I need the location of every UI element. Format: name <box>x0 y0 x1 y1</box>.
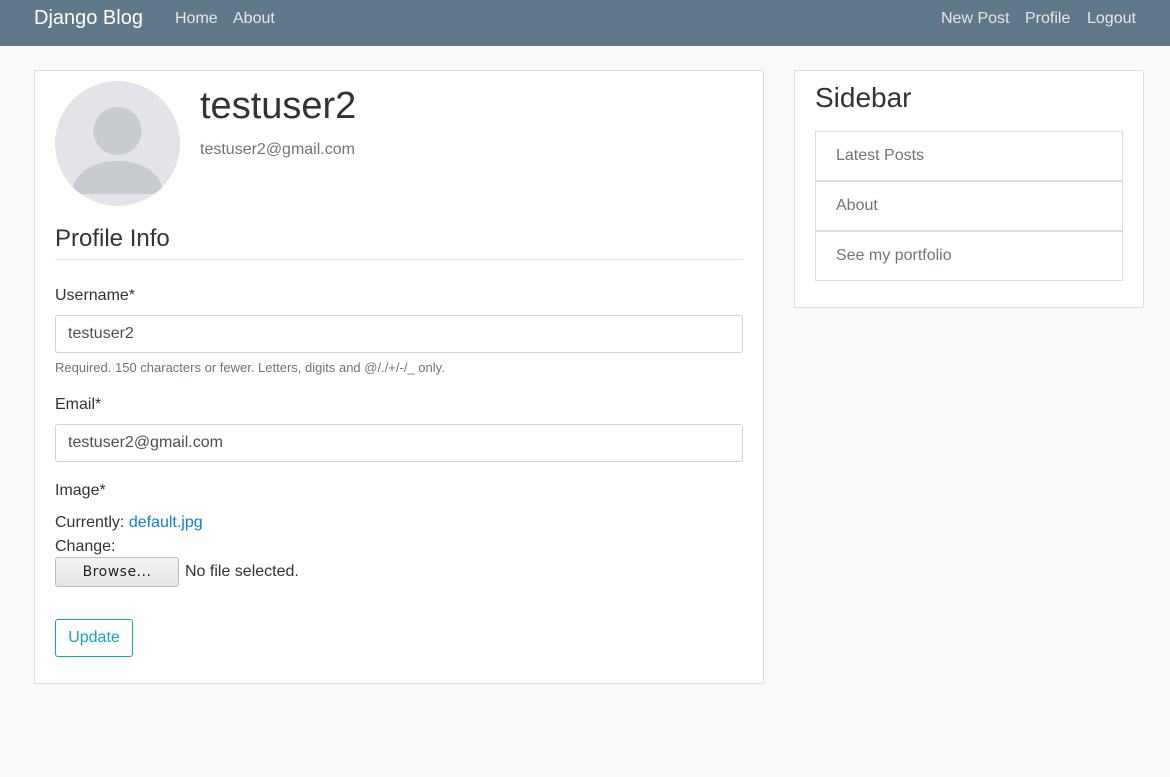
sidebar-card: Sidebar Latest Posts About See my portfo… <box>794 70 1144 308</box>
username-help-text: Required. 150 characters or fewer. Lette… <box>55 360 445 375</box>
sidebar-item-portfolio[interactable]: See my portfolio <box>815 231 1123 281</box>
browse-file-button[interactable]: Browse... <box>55 557 179 587</box>
nav-home-link[interactable]: Home <box>175 10 218 28</box>
nav-about-link[interactable]: About <box>233 10 275 28</box>
email-label: Email* <box>55 396 102 413</box>
nav-new-post-link[interactable]: New Post <box>941 10 1009 28</box>
profile-username-heading: testuser2 <box>200 85 357 127</box>
nav-logout-link[interactable]: Logout <box>1087 10 1136 28</box>
sidebar-item-latest-posts[interactable]: Latest Posts <box>815 131 1123 181</box>
profile-card: testuser2 testuser2@gmail.com Profile In… <box>34 70 764 684</box>
sidebar-title: Sidebar <box>815 82 912 113</box>
top-navbar: Django Blog Home About New Post Profile … <box>0 0 1170 46</box>
nav-profile-link[interactable]: Profile <box>1025 10 1070 28</box>
change-label: Change: <box>55 538 116 555</box>
image-label: Image* <box>55 482 106 499</box>
currently-row: Currently: default.jpg <box>55 514 203 532</box>
profile-info-legend: Profile Info <box>55 225 743 260</box>
sidebar-item-about[interactable]: About <box>815 181 1123 231</box>
profile-email-text: testuser2@gmail.com <box>200 141 355 158</box>
default-user-avatar-icon <box>55 81 180 206</box>
brand-link[interactable]: Django Blog <box>34 7 143 30</box>
update-button[interactable]: Update <box>55 619 133 657</box>
current-image-link[interactable]: default.jpg <box>129 514 203 531</box>
no-file-selected-text: No file selected. <box>185 563 299 580</box>
username-label: Username* <box>55 287 136 304</box>
email-input[interactable] <box>55 424 743 462</box>
username-input[interactable] <box>55 315 743 353</box>
currently-label: Currently: <box>55 514 125 531</box>
